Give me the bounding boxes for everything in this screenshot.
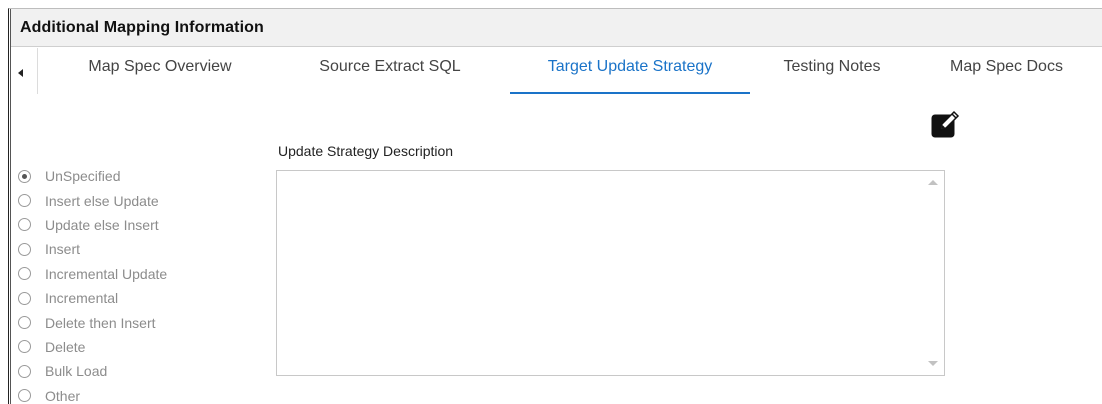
radio-unspecified[interactable]: UnSpecified <box>18 164 167 188</box>
tab-testing-notes[interactable]: Testing Notes <box>762 58 902 94</box>
tab-target-update-strategy[interactable]: Target Update Strategy <box>510 58 750 94</box>
radio-bulk-load[interactable]: Bulk Load <box>18 359 167 383</box>
scroll-up-arrow-icon[interactable] <box>928 180 938 185</box>
radio-label: Insert <box>45 241 81 258</box>
edit-button[interactable] <box>931 110 961 140</box>
update-strategy-description-label: Update Strategy Description <box>278 143 454 159</box>
radio-label: Other <box>45 387 81 404</box>
radio-button[interactable] <box>18 316 31 330</box>
radio-incremental[interactable]: Incremental <box>18 286 167 310</box>
radio-button[interactable] <box>18 389 31 403</box>
radio-label: Bulk Load <box>45 363 108 380</box>
radio-update-else-insert[interactable]: Update else Insert <box>18 213 167 237</box>
tab-map-spec-docs[interactable]: Map Spec Docs <box>950 58 1102 94</box>
caret-left-icon <box>18 69 23 77</box>
radio-button[interactable] <box>18 364 31 378</box>
radio-button[interactable] <box>18 291 31 305</box>
scroll-down-arrow-icon[interactable] <box>928 361 938 366</box>
radio-insert[interactable]: Insert <box>18 237 167 261</box>
radio-label: UnSpecified <box>45 168 121 185</box>
tab-bar: Map Spec Overview Source Extract SQL Tar… <box>10 48 1102 94</box>
update-strategy-description-box <box>276 170 945 376</box>
update-strategy-description-input[interactable] <box>283 177 913 367</box>
tab-scroll-left-button[interactable] <box>10 48 38 94</box>
radio-label: Incremental Update <box>45 265 168 282</box>
radio-button[interactable] <box>18 267 31 281</box>
radio-delete-then-insert[interactable]: Delete then Insert <box>18 310 167 334</box>
update-strategy-radio-group: UnSpecified Insert else Update Update el… <box>18 164 167 404</box>
radio-insert-else-update[interactable]: Insert else Update <box>18 188 167 212</box>
radio-label: Delete then Insert <box>45 314 156 331</box>
radio-label: Delete <box>45 338 86 355</box>
tab-source-extract-sql[interactable]: Source Extract SQL <box>272 58 508 94</box>
radio-incremental-update[interactable]: Incremental Update <box>18 262 167 286</box>
radio-button[interactable] <box>18 194 31 208</box>
radio-button[interactable] <box>18 169 31 183</box>
radio-label: Update else Insert <box>45 216 159 233</box>
radio-label: Incremental <box>45 290 119 307</box>
radio-label: Insert else Update <box>45 192 159 209</box>
panel-header: Additional Mapping Information <box>10 9 1102 47</box>
radio-delete[interactable]: Delete <box>18 335 167 359</box>
radio-other[interactable]: Other <box>18 384 167 404</box>
tab-map-spec-overview[interactable]: Map Spec Overview <box>62 58 258 94</box>
pencil-edit-icon <box>931 110 960 138</box>
radio-button[interactable] <box>18 340 31 354</box>
radio-button[interactable] <box>18 242 31 256</box>
description-scrollbar[interactable] <box>922 171 944 375</box>
panel-title: Additional Mapping Information <box>20 19 264 36</box>
radio-button[interactable] <box>18 218 31 232</box>
